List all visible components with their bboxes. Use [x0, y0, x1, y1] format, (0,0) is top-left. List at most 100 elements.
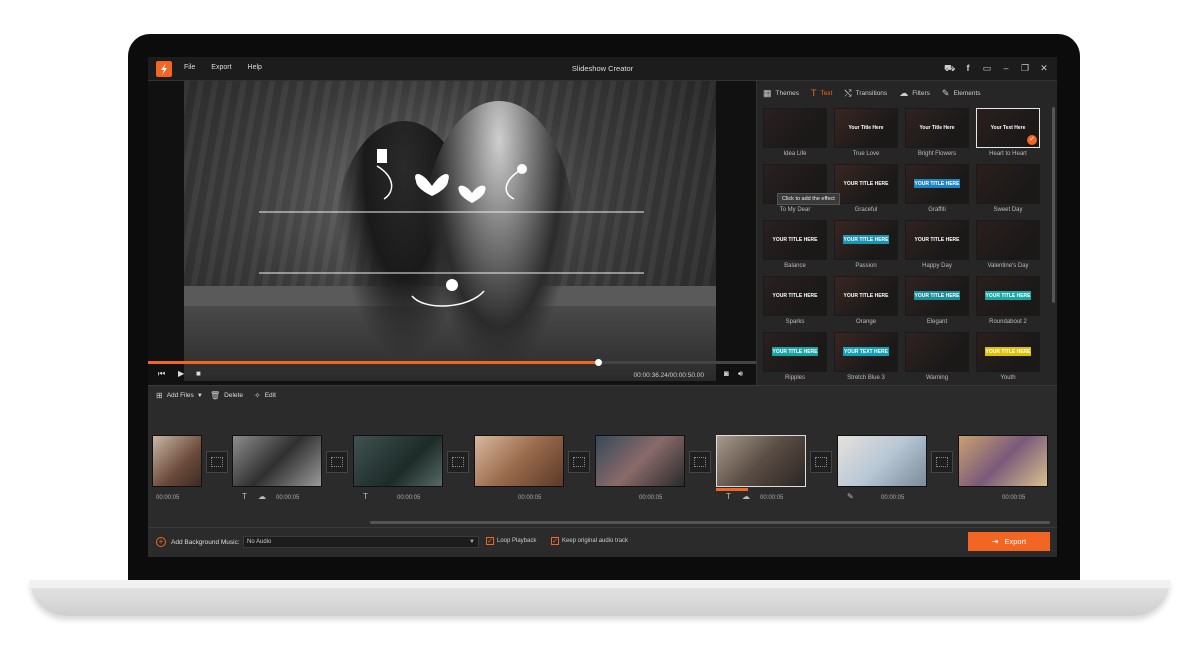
snapshot-icon[interactable]: ◙	[724, 369, 729, 378]
effect-item[interactable]: To My Dear	[763, 164, 827, 214]
effect-item[interactable]: Your Title Here True Love	[834, 108, 898, 158]
chevron-down-icon: ▼	[469, 539, 475, 545]
transition-slot[interactable]	[447, 451, 469, 473]
delete-button[interactable]: 🗑︎ Delete	[210, 391, 243, 400]
tab-transitions[interactable]: ⤭ Transitions	[844, 81, 887, 105]
transition-slot[interactable]	[206, 451, 228, 473]
timeline-clip[interactable]	[152, 435, 202, 489]
effect-item[interactable]: YOUR TITLE HERE Sparks	[763, 276, 827, 326]
stop-icon[interactable]: ■	[196, 369, 201, 378]
transition-slot[interactable]	[810, 451, 832, 473]
volume-icon[interactable]: 🔊︎	[738, 369, 743, 379]
effect-item[interactable]: YOUR TITLE HERE Happy Day	[905, 220, 969, 270]
tab-themes[interactable]: ▦ Themes	[763, 81, 799, 105]
effect-item[interactable]: YOUR TITLE HERE Elegant	[905, 276, 969, 326]
effect-thumbnail: YOUR TEXT HERE	[834, 332, 898, 372]
restore-icon[interactable]: ❐	[1020, 62, 1030, 74]
effect-label: Bright Flowers	[917, 151, 957, 157]
effects-scrollbar[interactable]	[1052, 107, 1055, 303]
effect-item[interactable]: Valentine's Day	[976, 220, 1040, 270]
tab-filters[interactable]: ☁ Filters	[899, 81, 930, 105]
effect-item[interactable]: YOUR TITLE HERE Orange	[834, 276, 898, 326]
facebook-icon[interactable]: f	[963, 62, 973, 74]
tab-elements[interactable]: ✎ Elements	[942, 81, 981, 105]
effect-item[interactable]: Your Text Here ✓ Heart to Heart	[976, 108, 1040, 158]
filters-icon[interactable]: ☁	[258, 492, 266, 501]
app-logo-icon	[156, 61, 172, 77]
add-music-button[interactable]: + Add Background Music:	[156, 537, 240, 547]
text-icon[interactable]: T	[726, 492, 731, 501]
transition-slot[interactable]	[931, 451, 953, 473]
clip-duration: 00:00:05	[881, 495, 905, 501]
effect-thumbnail-text: YOUR TITLE HERE	[843, 181, 889, 187]
effect-item[interactable]: YOUR TITLE HERE Graceful	[834, 164, 898, 214]
clip-duration: 00:00:05	[397, 495, 421, 501]
effect-item[interactable]: YOUR TITLE HERE Ripples	[763, 332, 827, 382]
close-icon[interactable]: ✕	[1039, 62, 1049, 74]
clip-thumbnail	[716, 435, 806, 487]
effect-item[interactable]: YOUR TITLE HERE Roundabout 2	[976, 276, 1040, 326]
rewind-icon[interactable]: ⏮	[158, 369, 165, 379]
transition-placeholder-icon	[936, 457, 948, 467]
effect-item[interactable]: YOUR TITLE HERE Passion	[834, 220, 898, 270]
feedback-icon[interactable]: ▭	[982, 62, 992, 74]
menu-bar: File Export Help	[184, 64, 278, 71]
play-icon[interactable]: ▶	[178, 369, 184, 378]
menu-file[interactable]: File	[184, 64, 195, 71]
effects-tabs: ▦ Themes T Text ⤭ Transitions ☁ Filters ✎ Ele…	[757, 81, 1057, 105]
timeline-clip[interactable]	[353, 435, 443, 489]
tab-label: Filters	[912, 89, 930, 97]
transition-slot[interactable]	[689, 451, 711, 473]
effect-item[interactable]: YOUR TITLE HERE Graffiti	[905, 164, 969, 214]
timeline-clip[interactable]	[232, 435, 322, 489]
timeline-clip[interactable]	[837, 435, 927, 489]
playback-progress[interactable]	[148, 359, 756, 366]
plus-icon: +	[156, 537, 166, 547]
edit-button[interactable]: ✧ Edit	[254, 391, 276, 400]
transitions-icon: ⤭	[844, 87, 852, 98]
cart-icon[interactable]: ⛟	[944, 62, 955, 74]
filters-icon[interactable]: ☁	[742, 492, 750, 501]
effect-item[interactable]: YOUR TITLE HERE Youth	[976, 332, 1040, 382]
video-preview[interactable]	[184, 81, 716, 381]
keep-audio-checkbox[interactable]: ✓ Keep original audio track	[551, 537, 628, 545]
tab-text[interactable]: T Text	[811, 81, 832, 105]
menu-export[interactable]: Export	[211, 64, 231, 71]
progress-fill	[148, 361, 598, 364]
timeline-clip[interactable]	[716, 435, 806, 491]
grid-icon: ▦	[763, 87, 772, 98]
effect-label: Roundabout 2	[989, 319, 1027, 325]
effect-item[interactable]: Warning	[905, 332, 969, 382]
transition-slot[interactable]	[326, 451, 348, 473]
effect-item[interactable]: Idea Life	[763, 108, 827, 158]
effect-thumbnail: YOUR TITLE HERE	[905, 164, 969, 204]
effect-label: Orange	[855, 319, 876, 325]
clip-progress-bar	[716, 488, 748, 491]
export-icon: ⇥	[991, 537, 999, 546]
timeline-clip[interactable]	[474, 435, 564, 489]
effect-item[interactable]: YOUR TEXT HERE Stretch Blue 3	[834, 332, 898, 382]
effect-item[interactable]: YOUR TITLE HERE Balance	[763, 220, 827, 270]
transition-slot[interactable]	[568, 451, 590, 473]
effect-thumbnail: YOUR TITLE HERE	[834, 220, 898, 260]
timeline-scrollbar[interactable]	[370, 521, 1050, 524]
effect-thumbnail: Your Text Here ✓	[976, 108, 1040, 148]
clip-thumbnail	[958, 435, 1048, 487]
export-button[interactable]: ⇥ Export	[968, 532, 1050, 551]
effect-item[interactable]: Your Title Here Bright Flowers	[905, 108, 969, 158]
effect-item[interactable]: Sweet Day	[976, 164, 1040, 214]
elements-icon[interactable]: ✎	[847, 492, 854, 501]
add-files-button[interactable]: ⊞ Add Files ▼	[156, 391, 203, 400]
timeline-clip[interactable]	[595, 435, 685, 489]
player-controls: ⏮ ▶ ■ 00:00:36.24/00:00:50.00 ◙ 🔊︎	[148, 365, 756, 385]
loop-playback-checkbox[interactable]: ✓ Loop Playback	[486, 537, 536, 545]
check-icon: ✓	[551, 537, 559, 545]
effect-thumbnail: YOUR TITLE HERE	[834, 164, 898, 204]
audio-select[interactable]: No Audio ▼	[243, 536, 479, 548]
text-icon[interactable]: T	[363, 492, 368, 501]
effect-thumbnail: YOUR TITLE HERE	[905, 276, 969, 316]
minimize-icon[interactable]: –	[1001, 62, 1011, 74]
menu-help[interactable]: Help	[248, 64, 262, 71]
text-icon[interactable]: T	[242, 492, 247, 501]
timeline-clip[interactable]	[958, 435, 1048, 489]
